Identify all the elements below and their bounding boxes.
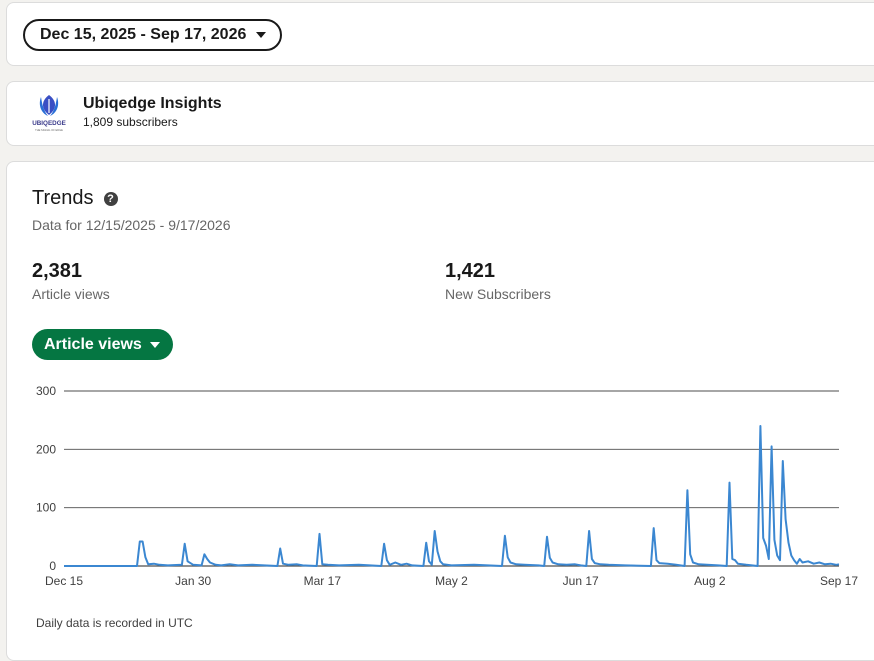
- x-tick-label: Sep 17: [820, 574, 858, 588]
- x-tick-label: Dec 15: [45, 574, 83, 588]
- x-tick-label: Aug 2: [694, 574, 726, 588]
- subscriber-count: 1,809 subscribers: [83, 115, 178, 129]
- date-range-dropdown[interactable]: Dec 15, 2025 - Sep 17, 2026: [23, 19, 283, 51]
- date-range-label: Dec 15, 2025 - Sep 17, 2026: [40, 26, 247, 43]
- publication-logo[interactable]: UBIQEDGE THE SIGNAL OF EDGE: [29, 91, 69, 135]
- utc-footnote: Daily data is recorded in UTC: [36, 616, 193, 630]
- caret-down-icon: [256, 32, 267, 38]
- article-views-chart: 0 100 200 300 Dec 15 Jan 30 Mar 17 May 2 Jun 17 A…: [36, 384, 858, 588]
- x-tick-label: Jan 30: [175, 574, 211, 588]
- y-tick-label: 300: [36, 384, 56, 398]
- x-tick-label: Mar 17: [304, 574, 342, 588]
- x-tick-label: May 2: [435, 574, 468, 588]
- date-range-card: Dec 15, 2025 - Sep 17, 2026: [6, 2, 874, 66]
- publication-name[interactable]: Ubiqedge Insights: [83, 95, 222, 113]
- trends-card: Trends ? Data for 12/15/2025 - 9/17/2026…: [6, 161, 874, 661]
- y-tick-label: 200: [36, 442, 56, 456]
- y-tick-label: 0: [49, 559, 56, 573]
- logo-wordmark: UBIQEDGE: [32, 120, 66, 127]
- article-views-series-line: [64, 425, 840, 567]
- logo-tagline: THE SIGNAL OF EDGE: [35, 128, 63, 132]
- x-tick-label: Jun 17: [563, 574, 599, 588]
- publication-card: UBIQEDGE THE SIGNAL OF EDGE Ubiqedge Ins…: [6, 81, 874, 146]
- y-tick-label: 100: [36, 501, 56, 515]
